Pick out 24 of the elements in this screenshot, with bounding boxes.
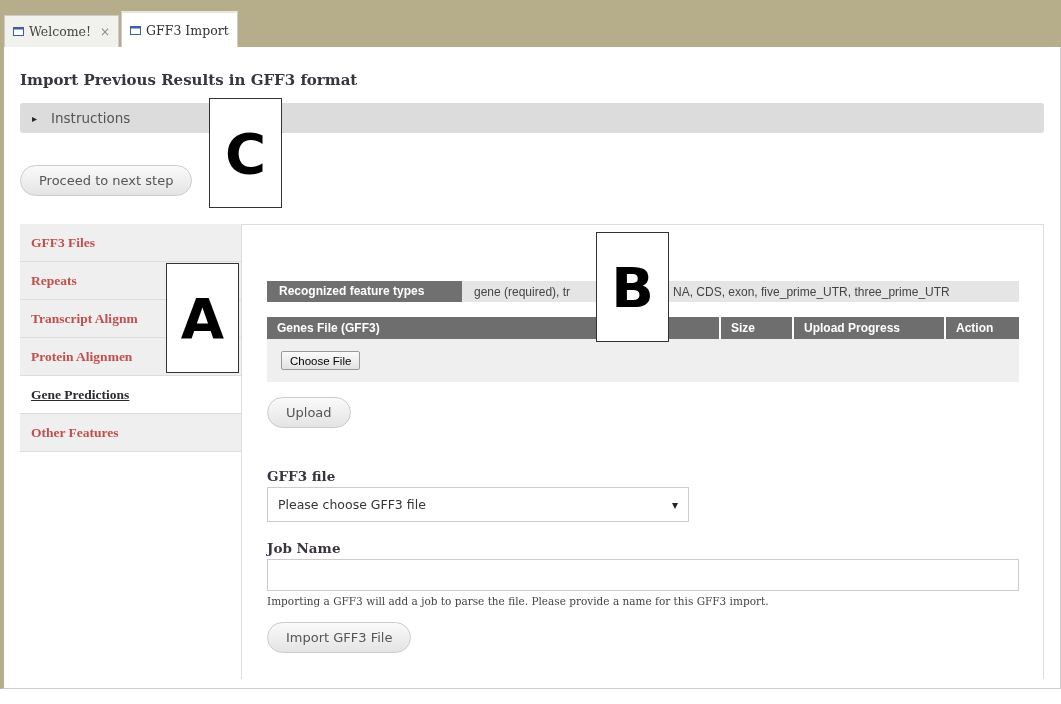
- help-text: Importing a GFF3 will add a job to parse the file. Please provide a name for this GFF3 import.: [267, 595, 770, 607]
- feature-types-text: NA, CDS, exon, five_prime_UTR, three_prime_UTR: [673, 284, 950, 299]
- instructions-bar[interactable]: ▸ Instructions: [20, 103, 1044, 133]
- upload-button[interactable]: Upload: [267, 397, 351, 428]
- job-name-field[interactable]: [267, 559, 1019, 591]
- sidebar-item[interactable]: Gene Predictions: [20, 376, 165, 413]
- callout-label: A: [166, 263, 239, 373]
- window-icon: [130, 25, 142, 35]
- field-label: GFF3 file: [267, 468, 337, 484]
- import-button[interactable]: Import GFF3 File: [267, 622, 412, 653]
- file-dropdown[interactable]: Please choose GFF3 file ▾: [267, 487, 689, 522]
- callout-label: C: [209, 98, 282, 208]
- column-header: Genes File (GFF3): [276, 320, 381, 337]
- feature-types-text: gene (required), tr: [474, 284, 572, 299]
- feature-types-label: Recognized feature types: [267, 281, 462, 302]
- field-label: Job Name: [267, 540, 342, 556]
- tab[interactable]: GFF3 Import: [121, 11, 238, 47]
- proceed-button[interactable]: Proceed to next step: [20, 165, 193, 196]
- callout-label: B: [596, 232, 669, 342]
- choose-file-button[interactable]: Choose File: [281, 351, 361, 370]
- tab[interactable]: Welcome! ×: [4, 15, 120, 47]
- window-icon: [13, 27, 24, 36]
- caret-icon: ▾: [671, 497, 678, 512]
- page-title: Import Previous Results in GFF3 format: [20, 70, 359, 89]
